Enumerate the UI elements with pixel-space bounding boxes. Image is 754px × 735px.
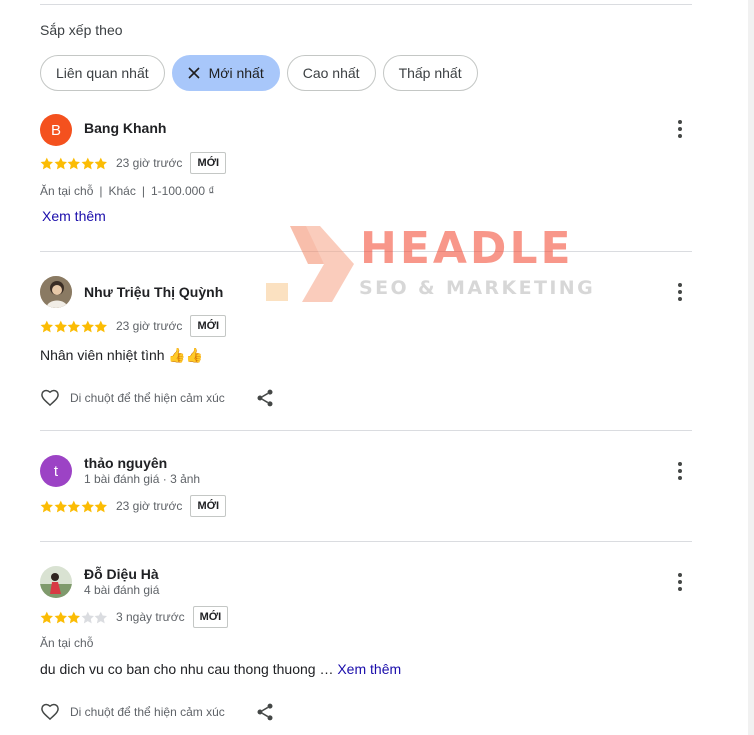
review-text: Nhân viên nhiệt tình 👍👍: [40, 347, 204, 363]
share-icon[interactable]: [255, 388, 275, 408]
avatar-photo: [40, 276, 72, 308]
sort-chip-highest[interactable]: Cao nhất: [286, 55, 376, 91]
star-empty-icon: [94, 611, 108, 623]
star-rating: [40, 500, 108, 513]
sort-chip-label: Liên quan nhất: [56, 65, 149, 81]
star-filled-icon: [54, 500, 67, 512]
more-vert-icon[interactable]: [670, 117, 690, 141]
star-empty-icon: [81, 611, 94, 623]
avatar[interactable]: [40, 276, 72, 308]
more-vert-icon[interactable]: [670, 280, 690, 304]
top-divider: [40, 4, 692, 5]
star-filled-icon: [67, 611, 81, 623]
see-more-link[interactable]: Xem thêm: [337, 661, 401, 677]
review-card: t thảo nguyên 1 bài đánh giá · 3 ảnh 23 …: [40, 431, 692, 542]
reviewer-name[interactable]: Đỗ Diệu Hà: [84, 566, 159, 582]
star-filled-icon: [81, 157, 94, 169]
attr-dining: Ăn tại chỗ: [40, 184, 94, 198]
share-icon[interactable]: [255, 702, 275, 722]
review-card: Đỗ Diệu Hà 4 bài đánh giá 3 ngày trước M…: [40, 542, 692, 735]
avatar-letter: t: [53, 462, 59, 480]
sort-chip-lowest[interactable]: Thấp nhất: [382, 55, 478, 91]
more-vert-icon[interactable]: [670, 570, 690, 594]
sort-chip-label: Thấp nhất: [398, 65, 462, 81]
new-badge: MỚI: [190, 152, 227, 174]
star-filled-icon: [81, 320, 94, 332]
sort-chip-relevant[interactable]: Liên quan nhất: [40, 55, 165, 91]
reaction-hint: Di chuột để thể hiện cảm xúc: [70, 705, 225, 719]
rating-row: 3 ngày trước MỚI: [40, 606, 229, 628]
sort-chips: Liên quan nhất Mới nhất Cao nhất Thấp nh…: [40, 55, 478, 91]
reaction-hint: Di chuột để thể hiện cảm xúc: [70, 391, 225, 405]
review-actions: Di chuột để thể hiện cảm xúc: [40, 700, 275, 724]
star-filled-icon: [81, 500, 94, 512]
review-time: 3 ngày trước: [115, 610, 185, 624]
avatar-letter: B: [50, 121, 61, 139]
reviewer-meta: 4 bài đánh giá: [84, 583, 160, 597]
new-badge: MỚI: [192, 606, 229, 628]
review-card: B Bang Khanh 23 giờ trước MỚI Ăn tại chỗ…: [40, 112, 692, 252]
reviewer-name[interactable]: thảo nguyên: [84, 455, 167, 471]
reviewer-meta: 1 bài đánh giá · 3 ảnh: [84, 472, 201, 486]
new-badge: MỚI: [190, 495, 227, 517]
star-rating: [40, 157, 108, 170]
sort-label: Sắp xếp theo: [40, 22, 123, 38]
reviewer-name[interactable]: Bang Khanh: [84, 120, 166, 136]
avatar[interactable]: B: [40, 114, 72, 146]
attr-price: 1-100.000 ₫: [150, 184, 215, 198]
see-more-link[interactable]: Xem thêm: [42, 208, 106, 224]
review-attributes: Ăn tại chỗ: [40, 636, 93, 650]
review-actions: Di chuột để thể hiện cảm xúc: [40, 386, 275, 410]
heart-icon[interactable]: [40, 388, 60, 408]
review-text-row: du dich vu co ban cho nhu cau thong thuo…: [40, 661, 401, 677]
star-filled-icon: [54, 611, 67, 623]
sort-chip-newest[interactable]: Mới nhất: [171, 55, 280, 91]
attr-meal: Khác: [108, 184, 136, 198]
review-card: Như Triệu Thị Quỳnh 23 giờ trước MỚI Nhâ…: [40, 252, 692, 431]
review-time: 23 giờ trước: [115, 319, 183, 333]
rating-row: 23 giờ trước MỚI: [40, 315, 227, 337]
star-rating: [40, 611, 108, 624]
star-filled-icon: [40, 157, 54, 169]
star-filled-icon: [54, 157, 67, 169]
review-time: 23 giờ trước: [115, 499, 183, 513]
star-filled-icon: [67, 500, 81, 512]
star-rating: [40, 320, 108, 333]
sort-chip-label: Cao nhất: [302, 65, 360, 81]
see-more-link-wrap: Xem thêm: [42, 208, 106, 226]
heart-icon[interactable]: [40, 702, 60, 722]
rating-row: 23 giờ trước MỚI: [40, 152, 227, 174]
star-filled-icon: [54, 320, 67, 332]
rating-row: 23 giờ trước MỚI: [40, 495, 227, 517]
review-attributes: Ăn tại chỗ | Khác | 1-100.000 ₫: [40, 184, 215, 198]
star-filled-icon: [40, 320, 54, 332]
review-time: 23 giờ trước: [115, 156, 183, 170]
star-filled-icon: [67, 157, 81, 169]
scrollbar-track[interactable]: [748, 0, 754, 735]
star-filled-icon: [94, 157, 108, 169]
star-filled-icon: [67, 320, 81, 332]
avatar[interactable]: t: [40, 455, 72, 487]
star-filled-icon: [94, 320, 108, 332]
avatar[interactable]: [40, 566, 72, 598]
review-text: du dich vu co ban cho nhu cau thong thuo…: [40, 661, 334, 677]
sort-chip-label: Mới nhất: [208, 65, 264, 81]
star-filled-icon: [40, 500, 54, 512]
avatar-photo: [40, 566, 72, 598]
star-filled-icon: [40, 611, 54, 623]
star-filled-icon: [94, 500, 108, 512]
close-icon: [188, 67, 200, 79]
more-vert-icon[interactable]: [670, 459, 690, 483]
new-badge: MỚI: [190, 315, 227, 337]
reviewer-name[interactable]: Như Triệu Thị Quỳnh: [84, 284, 223, 300]
attr-dining: Ăn tại chỗ: [40, 636, 94, 650]
